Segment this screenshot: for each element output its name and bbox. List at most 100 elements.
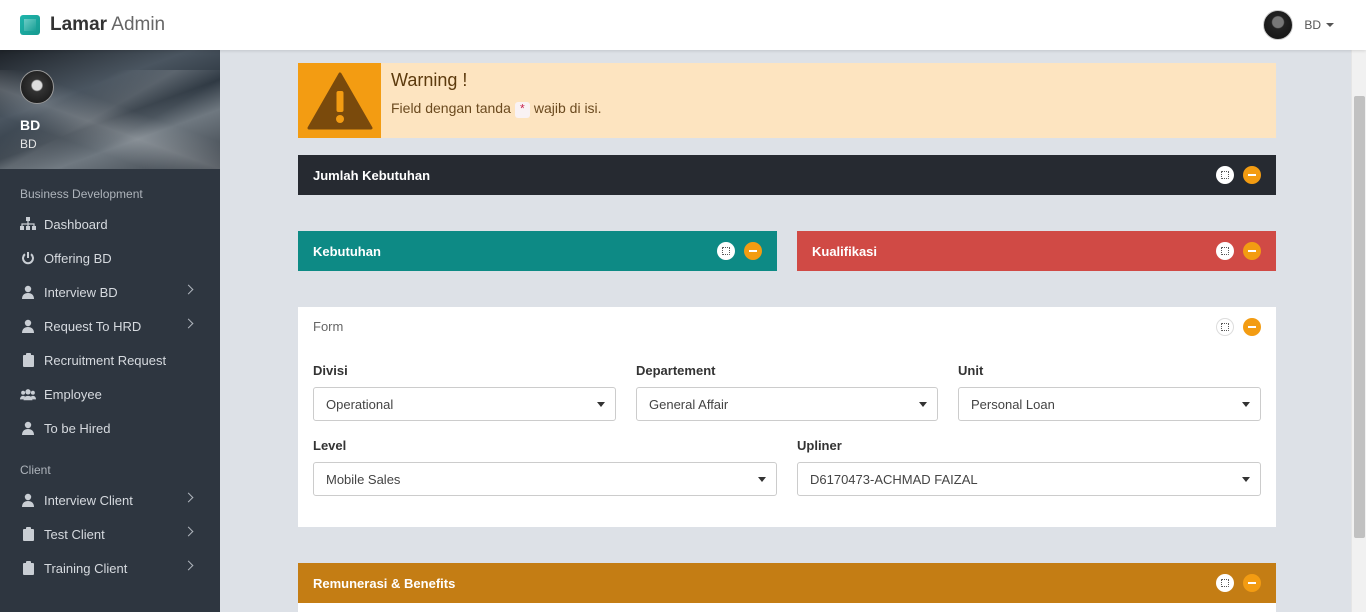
sidebar-item-offering-bd[interactable]: Offering BD xyxy=(0,241,220,275)
required-marker: * xyxy=(514,102,530,118)
sidebar-item-recruitment-request[interactable]: Recruitment Request xyxy=(0,343,220,377)
panel-title: Jumlah Kebutuhan xyxy=(313,167,431,183)
panel-form: Form Divisi Operational Departement Gene… xyxy=(298,307,1276,527)
level-value: Mobile Sales xyxy=(326,471,401,487)
brand-logo-icon xyxy=(20,15,40,35)
warning-triangle-icon xyxy=(307,72,372,129)
unit-select[interactable]: Personal Loan xyxy=(958,387,1261,421)
departement-select[interactable]: General Affair xyxy=(636,387,938,421)
sidebar-item-label: Employee xyxy=(44,386,102,402)
level-label: Level xyxy=(313,438,347,453)
move-icon[interactable] xyxy=(717,242,735,260)
panel-tools xyxy=(1216,166,1261,184)
warning-alert: Warning ! Field dengan tanda * wajib di … xyxy=(298,63,1276,138)
user-menu-dropdown[interactable]: BD xyxy=(1263,10,1334,40)
alert-text-before: Field dengan tanda xyxy=(391,100,511,116)
sidebar-item-label: Interview BD xyxy=(44,284,118,300)
profile-role: BD xyxy=(20,137,37,151)
panel-remunerasi-benefits: Remunerasi & Benefits xyxy=(298,563,1276,603)
chevron-right-icon xyxy=(183,492,194,503)
user-icon xyxy=(20,420,36,436)
sidebar-item-label: Test Client xyxy=(44,526,105,542)
move-icon[interactable] xyxy=(1216,166,1234,184)
panel-title: Kualifikasi xyxy=(812,243,878,259)
page-scrollbar[interactable] xyxy=(1351,50,1366,612)
caret-down-icon xyxy=(758,477,766,482)
profile-name: BD xyxy=(20,117,41,133)
user-name: BD xyxy=(1304,18,1321,32)
alert-title: Warning ! xyxy=(391,70,468,90)
power-icon xyxy=(20,250,36,266)
brand-text: Lamar Admin xyxy=(50,14,166,35)
move-icon[interactable] xyxy=(1216,574,1234,592)
collapse-minus-icon[interactable] xyxy=(744,242,762,260)
sidebar-item-label: Interview Client xyxy=(44,492,133,508)
panel-remunerasi-body xyxy=(298,603,1276,612)
profile-avatar xyxy=(20,70,54,104)
sidebar-item-label: Recruitment Request xyxy=(44,352,167,368)
brand[interactable]: Lamar Admin xyxy=(20,14,165,36)
divisi-label: Divisi xyxy=(313,363,348,378)
collapse-minus-icon[interactable] xyxy=(1243,318,1261,336)
sidebar-item-label: Dashboard xyxy=(44,216,108,232)
alert-message: Field dengan tanda * wajib di isi. xyxy=(391,100,602,118)
divisi-value: Operational xyxy=(326,396,394,412)
collapse-minus-icon[interactable] xyxy=(1243,242,1261,260)
caret-down-icon xyxy=(919,402,927,407)
chevron-right-icon xyxy=(183,284,194,295)
chevron-right-icon xyxy=(183,318,194,329)
sidebar-item-to-be-hired[interactable]: To be Hired xyxy=(0,411,220,445)
menu-header-business-development: Business Development xyxy=(20,187,143,201)
panel-title: Kebutuhan xyxy=(313,243,381,259)
sidebar-item-interview-client[interactable]: Interview Client xyxy=(0,483,220,517)
sidebar-item-label: Offering BD xyxy=(44,250,112,266)
chevron-right-icon xyxy=(183,526,194,537)
upliner-label: Upliner xyxy=(797,438,842,453)
divisi-select[interactable]: Operational xyxy=(313,387,616,421)
panel-tools xyxy=(1216,318,1261,336)
sidebar-item-label: To be Hired xyxy=(44,420,111,436)
collapse-minus-icon[interactable] xyxy=(1243,574,1261,592)
panel-tools xyxy=(1216,242,1261,260)
warning-icon-box xyxy=(298,63,381,138)
panel-tools xyxy=(717,242,762,260)
sidebar-item-employee[interactable]: Employee xyxy=(0,377,220,411)
clipboard-icon xyxy=(20,526,36,542)
avatar xyxy=(1263,10,1294,40)
panel-kebutuhan: Kebutuhan xyxy=(298,231,777,271)
scrollbar-thumb[interactable] xyxy=(1354,96,1365,538)
move-icon[interactable] xyxy=(1216,242,1234,260)
move-icon[interactable] xyxy=(1216,318,1234,336)
sidebar-item-request-to-hrd[interactable]: Request To HRD xyxy=(0,309,220,343)
clipboard-icon xyxy=(20,560,36,576)
sidebar: BD BD Business Development Dashboard Off… xyxy=(0,50,220,612)
sidebar-item-label: Request To HRD xyxy=(44,318,142,334)
sidebar-item-interview-bd[interactable]: Interview BD xyxy=(0,275,220,309)
sitemap-icon xyxy=(20,216,36,232)
upliner-select[interactable]: D6170473-ACHMAD FAIZAL xyxy=(797,462,1261,496)
panel-kualifikasi: Kualifikasi xyxy=(797,231,1276,271)
collapse-minus-icon[interactable] xyxy=(1243,166,1261,184)
user-icon xyxy=(20,318,36,334)
level-select[interactable]: Mobile Sales xyxy=(313,462,777,496)
user-icon xyxy=(20,284,36,300)
users-icon xyxy=(20,386,36,402)
caret-down-icon xyxy=(597,402,605,407)
menu-header-client: Client xyxy=(20,463,51,477)
caret-down-icon xyxy=(1242,477,1250,482)
unit-label: Unit xyxy=(958,363,984,378)
unit-value: Personal Loan xyxy=(971,396,1055,412)
upliner-value: D6170473-ACHMAD FAIZAL xyxy=(810,471,978,487)
panel-title: Remunerasi & Benefits xyxy=(313,575,456,591)
sidebar-profile: BD BD xyxy=(0,50,220,169)
departement-label: Departement xyxy=(636,363,716,378)
departement-value: General Affair xyxy=(649,396,729,412)
sidebar-item-test-client[interactable]: Test Client xyxy=(0,517,220,551)
sidebar-item-dashboard[interactable]: Dashboard xyxy=(0,207,220,241)
sidebar-item-training-client[interactable]: Training Client xyxy=(0,551,220,585)
alert-text-after: wajib di isi. xyxy=(533,100,602,116)
chevron-right-icon xyxy=(183,560,194,571)
panel-title: Form xyxy=(313,319,344,334)
panel-jumlah-kebutuhan: Jumlah Kebutuhan xyxy=(298,155,1276,195)
top-navbar: Lamar Admin BD xyxy=(0,0,1366,50)
